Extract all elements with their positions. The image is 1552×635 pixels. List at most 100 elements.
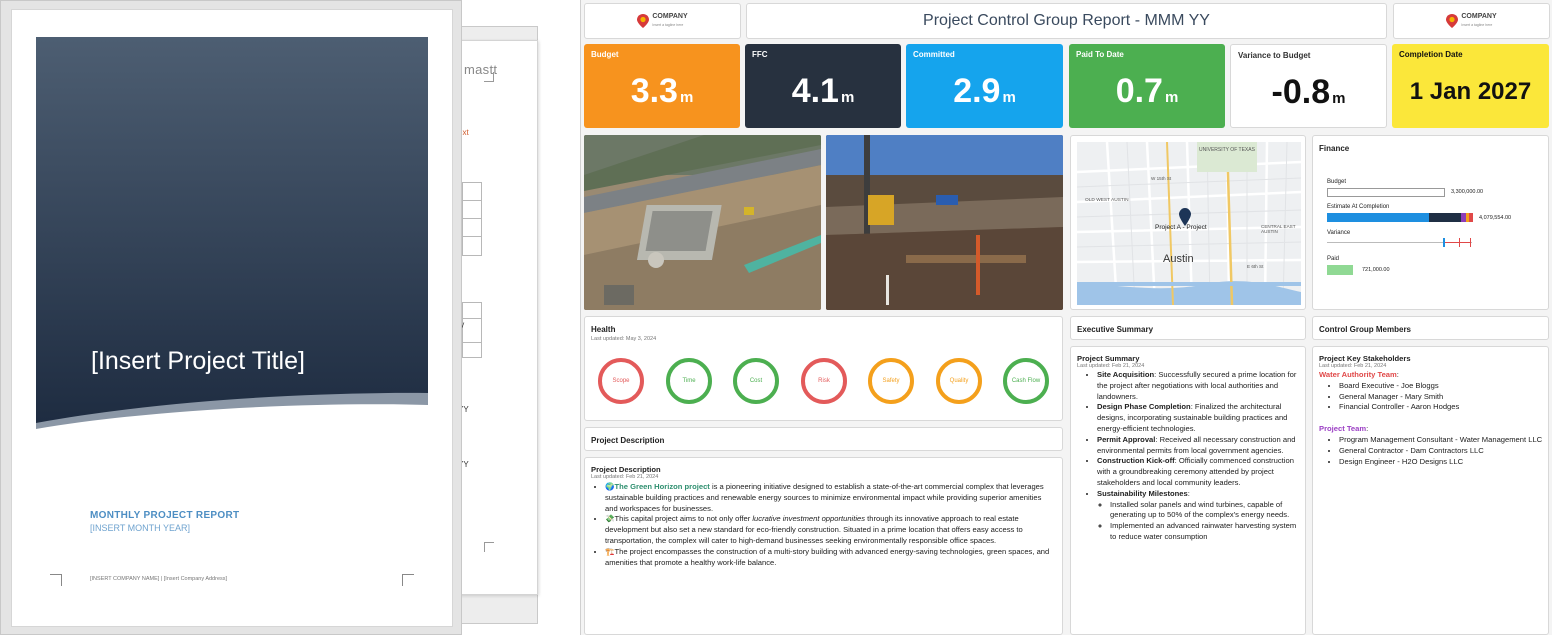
kpi-paid-to-date: Paid To Date 0.7 m [1069, 44, 1225, 128]
list-item-title: Design Phase Completion [1097, 402, 1191, 412]
stakeholders-subheading: Project Key Stakeholders [1319, 354, 1411, 363]
stakeholders-updated: Last updated: Feb 21, 2024 [1319, 363, 1387, 369]
map-pin-logo-icon [637, 14, 650, 28]
finance-label: Estimate At Completion [1327, 204, 1390, 210]
cover-banner: [Insert Project Title] [36, 37, 428, 450]
site-photo-aerial-image [584, 135, 821, 310]
kpi-number: 4.1 [791, 72, 839, 110]
finance-label: Variance [1327, 230, 1351, 236]
sub-list-item: Implemented an advanced rainwater harves… [1110, 521, 1299, 543]
finance-variance-tick [1470, 238, 1471, 247]
map-label: OLD WEST AUSTIN [1085, 198, 1129, 203]
finance-heading: Finance [1319, 144, 1350, 153]
team-member: General Manager - Mary Smith [1339, 392, 1544, 403]
project-description-heading: Project Description [591, 436, 665, 445]
site-photo-piling-image [826, 135, 1063, 310]
finance-budget-bar [1327, 188, 1445, 197]
team-title-water-authority: Water Authority Team: [1319, 370, 1399, 379]
kpi-number: 3.3 [630, 72, 678, 110]
control-group-header: Control Group Members [1312, 316, 1549, 340]
kpi-value: 4.1 m [745, 72, 901, 111]
map-pin-logo-icon [1446, 14, 1459, 28]
project-description-updated: Last updated: Feb 21, 2024 [591, 474, 659, 480]
executive-summary-subheading: Project Summary [1077, 354, 1140, 363]
map-label: CENTRAL EAST AUSTIN [1261, 224, 1296, 234]
team-member: Financial Controller - Aaron Hodges [1339, 402, 1544, 413]
executive-summary-list: Site Acquisition: Successfully secured a… [1097, 370, 1299, 543]
team-member: Program Management Consultant - Water Ma… [1339, 435, 1544, 446]
back-page-table [462, 182, 482, 256]
health-updated: Last updated: May 3, 2024 [591, 336, 657, 342]
health-ring-risk: Risk [801, 358, 847, 404]
kpi-number: -0.8 [1271, 73, 1331, 111]
map-city-label: Austin [1163, 253, 1194, 265]
executive-summary-header: Executive Summary [1070, 316, 1306, 340]
kpi-label: Completion Date [1399, 50, 1463, 59]
list-item: Construction Kick-off: Officially commen… [1097, 456, 1299, 488]
project-description-list: 🌍The Green Horizon project is a pioneeri… [605, 482, 1056, 568]
finance-label: Paid [1327, 256, 1340, 262]
map-label: UNIVERSITY OF TEXAS [1199, 147, 1255, 153]
list-item: Sustainability Milestones: Installed sol… [1097, 489, 1299, 543]
executive-summary-heading: Executive Summary [1077, 325, 1154, 334]
kpi-unit: m [840, 89, 855, 106]
dashboard: COMPANY Insert a tagline here Project Con… [580, 0, 1552, 635]
cover-banner-graphic [36, 37, 428, 429]
executive-summary-updated: Last updated: Feb 21, 2024 [1077, 363, 1145, 369]
sub-list: Installed solar panels and wind turbines… [1110, 500, 1299, 543]
finance-value: 721,000.00 [1362, 267, 1390, 273]
crop-mark-icon [484, 542, 494, 552]
health-heading: Health [591, 325, 616, 334]
list-item: 🌍The Green Horizon project is a pioneeri… [605, 482, 1056, 514]
kpi-unit: m [1002, 89, 1016, 106]
sub-list-item: Installed solar panels and wind turbines… [1110, 500, 1299, 522]
cover-page-frame: [Insert Project Title] MONTHLY PROJECT R… [0, 0, 462, 635]
health-ring-cash-flow: Cash Flow [1003, 358, 1049, 404]
list-item-text: This capital project aims to not only of… [614, 514, 753, 524]
map-label: E 6th St [1247, 264, 1264, 269]
executive-summary-panel: Project Summary Last updated: Feb 21, 20… [1070, 346, 1306, 635]
kpi-label: Committed [913, 50, 955, 59]
project-description-panel: Project Description Last updated: Feb 21… [584, 457, 1063, 635]
kpi-label: FFC [752, 50, 768, 59]
list-item-text: The project encompasses the construction… [605, 546, 1050, 567]
map-pin-label: Project A - Project [1155, 224, 1207, 231]
kpi-number: 1 Jan 2027 [1409, 78, 1532, 105]
kpi-number: 2.9 [953, 72, 1001, 110]
list-item: 🏗️The project encompasses the constructi… [605, 547, 1056, 569]
cover-page: [Insert Project Title] MONTHLY PROJECT R… [11, 9, 453, 627]
team-member: General Contractor - Dam Contractors LLC [1339, 446, 1544, 457]
kpi-committed: Committed 2.9 m [906, 44, 1063, 128]
health-ring-time: Time [666, 358, 712, 404]
kpi-number: 0.7 [1115, 72, 1163, 110]
finance-eac-bar [1327, 213, 1473, 222]
report-title: Project Control Group Report - MMM YY [746, 3, 1387, 39]
list-item: Design Phase Completion: Finalized the a… [1097, 402, 1299, 434]
company-logo-left: COMPANY Insert a tagline here [584, 3, 741, 39]
crop-mark-icon [402, 574, 414, 586]
kpi-unit: m [679, 89, 694, 106]
project-description-header: Project Description [584, 427, 1063, 451]
team-member: Design Engineer - H2O Designs LLC [1339, 457, 1544, 468]
company-logo-right: COMPANY Insert a tagline here [1393, 3, 1550, 39]
kpi-variance: Variance to Budget -0.8 m [1230, 44, 1387, 128]
kpi-value: 3.3 m [584, 72, 740, 111]
finance-panel: Finance Budget 3,300,000.00 Estimate At … [1312, 135, 1549, 310]
team-member: Board Executive - Joe Bloggs [1339, 381, 1544, 392]
report-month: [INSERT MONTH YEAR] [90, 523, 191, 533]
finance-label: Budget [1327, 179, 1347, 185]
kpi-value: -0.8 m [1231, 73, 1386, 112]
team-list-water-authority: Board Executive - Joe Bloggs General Man… [1339, 381, 1544, 413]
project-description-subheading: Project Description [591, 465, 661, 474]
location-map-panel: UNIVERSITY OF TEXAS OLD WEST AUSTIN CENT… [1070, 135, 1306, 310]
list-item-title: Permit Approval [1097, 434, 1156, 444]
list-item: Site Acquisition: Successfully secured a… [1097, 370, 1299, 402]
map-label: W 15th St [1151, 176, 1172, 181]
team-title-project: Project Team: [1319, 424, 1369, 434]
crop-mark-icon [50, 574, 62, 586]
kpi-unit: m [1164, 89, 1179, 106]
kpi-unit: m [1332, 90, 1346, 107]
health-ring-scope: Scope [598, 358, 644, 404]
kpi-label: Paid To Date [1076, 50, 1124, 59]
health-panel: Health Last updated: May 3, 2024 Scope T… [584, 316, 1063, 421]
